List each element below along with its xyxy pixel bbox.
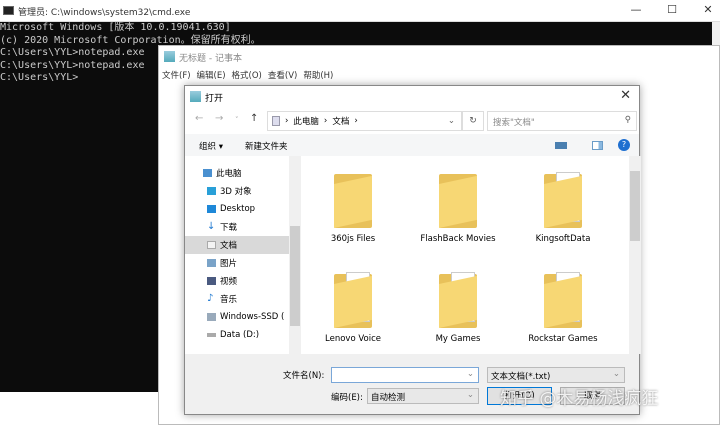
drive-icon bbox=[207, 313, 216, 321]
menu-file[interactable]: 文件(F) bbox=[162, 69, 191, 81]
download-icon: ↓ bbox=[207, 221, 216, 232]
notepad-title: 无标题 - 记事本 bbox=[179, 54, 242, 64]
encoding-label: 编码(E): bbox=[331, 393, 363, 403]
forward-arrow-icon[interactable]: → bbox=[215, 113, 223, 124]
breadcrumb-sep: › bbox=[354, 116, 358, 126]
filename-label: 文件名(N): bbox=[283, 371, 325, 381]
drive-icon bbox=[207, 333, 216, 337]
folder-item[interactable]: KingsoftData bbox=[513, 170, 613, 244]
document-icon bbox=[207, 241, 216, 249]
cmd-title-bar: 管理员: C:\windows\system32\cmd.exe — ☐ ✕ bbox=[0, 0, 720, 22]
chevron-down-icon[interactable]: ⌄ bbox=[448, 116, 455, 126]
nav-downloads[interactable]: ↓ 下载 bbox=[207, 218, 289, 236]
filename-input[interactable]: ⌄ bbox=[331, 367, 479, 383]
encoding-select[interactable]: 自动检测 ⌄ bbox=[367, 388, 479, 404]
file-list: 360js Files FlashBack Movies KingsoftDat… bbox=[303, 156, 629, 354]
folder-icon bbox=[542, 170, 584, 228]
breadcrumb-sep: › bbox=[323, 116, 328, 126]
minimize-button[interactable]: — bbox=[626, 3, 646, 16]
menu-format[interactable]: 格式(O) bbox=[232, 69, 262, 81]
menu-help[interactable]: 帮助(H) bbox=[303, 69, 333, 81]
recent-chevron-icon[interactable]: ˅ bbox=[235, 116, 239, 124]
folder-icon bbox=[542, 270, 584, 328]
nav-videos[interactable]: 视频 bbox=[207, 272, 289, 290]
new-folder-button[interactable]: 新建文件夹 bbox=[245, 140, 288, 152]
folder-item[interactable]: Rockstar Games bbox=[513, 270, 613, 344]
navigation-pane: 此电脑 3D 对象 Desktop ↓ 下载 文档 图片 视频 ♪ 音乐 Windo… bbox=[185, 156, 301, 354]
nav-pictures[interactable]: 图片 bbox=[207, 254, 289, 272]
menu-view[interactable]: 查看(V) bbox=[268, 69, 297, 81]
document-icon bbox=[272, 116, 280, 126]
view-icon[interactable] bbox=[555, 142, 567, 149]
maximize-button[interactable]: ☐ bbox=[662, 3, 682, 16]
folder-icon bbox=[332, 270, 374, 328]
dialog-icon bbox=[190, 91, 201, 102]
organize-button[interactable]: 组织 ▾ bbox=[199, 140, 223, 152]
back-arrow-icon[interactable]: ← bbox=[195, 113, 203, 124]
folder-icon bbox=[437, 170, 479, 228]
content-scrollbar-thumb[interactable] bbox=[630, 171, 640, 241]
menu-edit[interactable]: 编辑(E) bbox=[197, 69, 226, 81]
search-placeholder: 搜索"文档" bbox=[493, 118, 535, 128]
folder-icon bbox=[332, 170, 374, 228]
nav-desktop[interactable]: Desktop bbox=[207, 200, 289, 218]
chevron-down-icon: ⌄ bbox=[612, 369, 620, 379]
nav-3d-objects[interactable]: 3D 对象 bbox=[207, 182, 289, 200]
refresh-button[interactable]: ↻ bbox=[462, 111, 484, 131]
music-icon: ♪ bbox=[207, 293, 214, 304]
nav-scrollbar-thumb[interactable] bbox=[290, 226, 300, 326]
computer-icon bbox=[203, 169, 212, 177]
breadcrumb-sep: › bbox=[285, 116, 289, 126]
preview-pane-icon[interactable] bbox=[592, 141, 603, 150]
filetype-select[interactable]: 文本文档(*.txt) ⌄ bbox=[487, 367, 625, 383]
search-icon: ⚲ bbox=[624, 115, 631, 125]
chevron-down-icon: ⌄ bbox=[466, 390, 474, 400]
console-line: Microsoft Windows [版本 10.0.19041.630] bbox=[0, 22, 231, 33]
search-input[interactable]: 搜索"文档" ⚲ bbox=[487, 111, 637, 131]
address-bar[interactable]: › 此电脑 › 文档 › ⌄ bbox=[267, 111, 462, 131]
dialog-toolbar: 组织 ▾ 新建文件夹 ? bbox=[185, 134, 639, 156]
notepad-menu: 文件(F) 编辑(E) 格式(O) 查看(V) 帮助(H) bbox=[162, 69, 333, 81]
nav-windows-ssd[interactable]: Windows-SSD ( bbox=[207, 308, 289, 326]
open-dialog: 打开 ✕ ← → ˅ ↑ › 此电脑 › 文档 › ⌄ ↻ 搜索"文档" ⚲ 组… bbox=[184, 85, 641, 415]
dialog-title: 打开 bbox=[205, 94, 224, 104]
folder-item[interactable]: Lenovo Voice bbox=[303, 270, 403, 344]
cmd-icon bbox=[3, 6, 14, 15]
up-arrow-icon[interactable]: ↑ bbox=[250, 113, 258, 124]
cmd-title: 管理员: C:\windows\system32\cmd.exe bbox=[18, 8, 191, 18]
chevron-down-icon[interactable]: ⌄ bbox=[467, 369, 474, 379]
folder-item[interactable]: FlashBack Movies bbox=[408, 170, 508, 244]
nav-this-pc[interactable]: 此电脑 bbox=[203, 164, 285, 182]
breadcrumb-documents[interactable]: 文档 bbox=[332, 115, 349, 127]
folder-item[interactable]: 360js Files bbox=[303, 170, 403, 244]
video-icon bbox=[207, 277, 216, 285]
breadcrumb-this-pc[interactable]: 此电脑 bbox=[293, 115, 319, 127]
desktop-icon bbox=[207, 205, 216, 213]
nav-documents[interactable]: 文档 bbox=[185, 236, 289, 254]
cube-icon bbox=[207, 187, 216, 195]
folder-icon bbox=[437, 270, 479, 328]
nav-data-d[interactable]: Data (D:) bbox=[207, 326, 289, 344]
notepad-icon bbox=[164, 51, 175, 62]
picture-icon bbox=[207, 259, 216, 267]
watermark: 知乎 @木易杨浅疯狂 bbox=[500, 389, 659, 409]
folder-item[interactable]: My Games bbox=[408, 270, 508, 344]
nav-music[interactable]: ♪ 音乐 bbox=[207, 290, 289, 308]
close-button[interactable]: ✕ bbox=[698, 3, 718, 16]
help-icon[interactable]: ? bbox=[618, 139, 630, 151]
dialog-close-button[interactable]: ✕ bbox=[620, 88, 631, 103]
